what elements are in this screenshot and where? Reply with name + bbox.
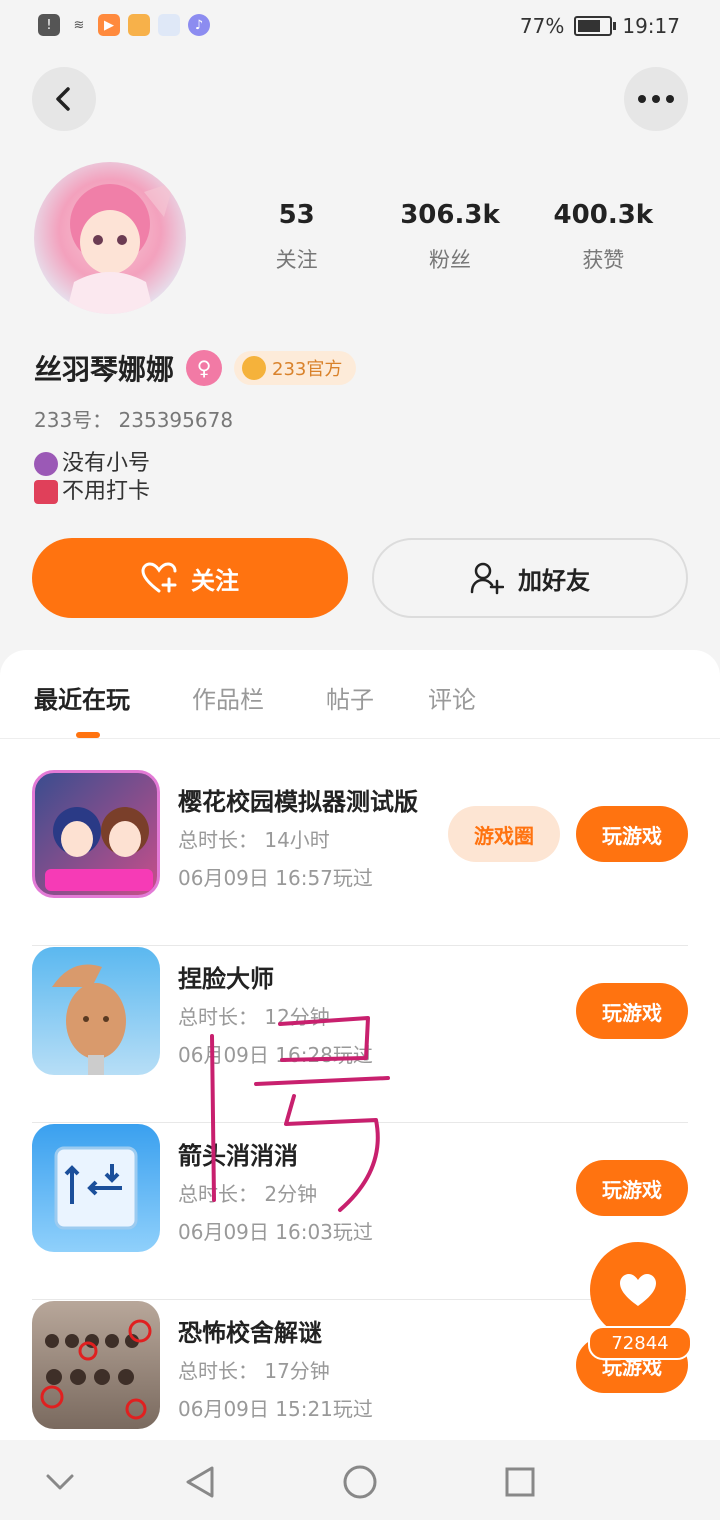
game-icon: [32, 770, 160, 898]
stat-value: 400.3k: [553, 200, 654, 230]
divider: [32, 1122, 688, 1123]
game-duration: 总时长： 2分钟: [178, 1182, 318, 1206]
stat-fans[interactable]: 306.3k 粉丝: [373, 200, 526, 274]
like-count: 72844: [588, 1326, 692, 1360]
status-bar: ! ≋ ▶ ♪ 77% 19:17: [0, 0, 720, 56]
official-badge[interactable]: 233官方: [234, 351, 357, 385]
avatar[interactable]: [34, 162, 186, 314]
list-item[interactable]: 捏脸大师 总时长： 12分钟 06月09日 16:28玩过 玩游戏: [32, 947, 688, 1123]
video-app-icon: ▶: [98, 14, 120, 36]
tab-recent-play[interactable]: 最近在玩: [34, 680, 130, 715]
list-item[interactable]: 樱花校园模拟器测试版 总时长： 14小时 06月09日 16:57玩过 游戏圈 …: [32, 770, 688, 946]
game-icon: [32, 1301, 160, 1429]
chevron-left-icon: [56, 87, 70, 111]
bio-line: 不用打卡: [62, 479, 151, 504]
game-last-played: 06月09日 15:21玩过: [178, 1397, 373, 1421]
game-title: 捏脸大师: [178, 965, 274, 993]
tab-works[interactable]: 作品栏: [192, 680, 264, 715]
game-last-played: 06月09日 16:03玩过: [178, 1220, 373, 1244]
app-icon-2: [158, 14, 180, 36]
heart-icon: [620, 1274, 656, 1306]
tab-comments[interactable]: 评论: [428, 680, 476, 715]
alert-icon: !: [38, 14, 60, 36]
avatar-image: [66, 182, 174, 314]
game-duration: 总时长： 14小时: [178, 828, 330, 852]
tab-indicator: [76, 732, 100, 738]
wifi-icon: ≋: [73, 17, 85, 33]
music-icon: ♪: [188, 14, 210, 36]
game-duration: 总时长： 12分钟: [178, 1005, 330, 1029]
stat-label: 关注: [275, 248, 318, 272]
profile-stats: 53 关注 306.3k 粉丝 400.3k 获赞: [220, 200, 680, 274]
bio-line: 没有小号: [62, 451, 151, 476]
divider: [32, 945, 688, 946]
game-title: 恐怖校舍解谜: [178, 1319, 322, 1347]
official-badge-label: 233官方: [272, 359, 343, 380]
add-friend-label: 加好友: [518, 566, 590, 595]
play-game-button[interactable]: 玩游戏: [576, 1160, 688, 1216]
add-friend-button[interactable]: 加好友: [372, 538, 688, 618]
back-button[interactable]: [32, 67, 96, 131]
game-icon: [32, 1124, 160, 1252]
battery-percent: 77%: [519, 14, 565, 38]
battery-icon: [574, 16, 617, 36]
sparkling-heart-icon: [34, 480, 58, 504]
chevron-down-icon[interactable]: [40, 1462, 80, 1502]
game-icon: [32, 947, 160, 1075]
tab-posts[interactable]: 帖子: [326, 680, 374, 715]
female-icon: ♀: [186, 350, 223, 386]
stat-label: 获赞: [582, 248, 625, 272]
medal-icon: [242, 356, 267, 380]
divider: [32, 1299, 688, 1300]
follow-button[interactable]: 关注: [32, 538, 348, 618]
play-game-button[interactable]: 玩游戏: [576, 806, 688, 862]
game-last-played: 06月09日 16:28玩过: [178, 1043, 373, 1067]
status-icons: ! ≋ ▶ ♪: [38, 14, 210, 36]
user-id: 233号： 235395678: [34, 408, 234, 432]
play-game-button[interactable]: 玩游戏: [576, 983, 688, 1039]
like-button[interactable]: [590, 1242, 686, 1338]
name-row: 丝羽琴娜娜 ♀ 233官方: [34, 348, 357, 388]
tab-bar: 最近在玩 作品栏 帖子 评论: [0, 650, 720, 739]
more-dots-icon: [638, 95, 674, 103]
add-user-icon: [470, 562, 504, 595]
game-circle-button[interactable]: 游戏圈: [448, 806, 560, 862]
stat-label: 粉丝: [428, 248, 471, 272]
app-icon: [128, 14, 150, 36]
user-bio: 没有小号 不用打卡: [34, 450, 150, 506]
game-last-played: 06月09日 16:57玩过: [178, 866, 373, 890]
follow-label: 关注: [191, 567, 239, 595]
recents-square-icon[interactable]: [500, 1462, 540, 1502]
game-title: 樱花校园模拟器测试版: [178, 788, 418, 816]
game-duration: 总时长： 17分钟: [178, 1359, 330, 1383]
clock: 19:17: [622, 14, 680, 38]
system-nav-bar: [0, 1440, 720, 1520]
more-button[interactable]: [624, 67, 688, 131]
stat-following[interactable]: 53 关注: [220, 200, 373, 274]
user-name: 丝羽琴娜娜: [34, 353, 175, 386]
stat-value: 306.3k: [400, 200, 500, 230]
back-triangle-icon[interactable]: [180, 1462, 220, 1502]
stat-likes[interactable]: 400.3k 获赞: [527, 200, 680, 274]
list-item[interactable]: 箭头消消消 总时长： 2分钟 06月09日 16:03玩过 玩游戏: [32, 1124, 688, 1300]
woman-emoji-icon: [34, 452, 58, 476]
home-circle-icon[interactable]: [340, 1462, 380, 1502]
game-title: 箭头消消消: [178, 1142, 298, 1170]
stat-value: 53: [278, 200, 315, 230]
heart-plus-icon: [141, 562, 177, 593]
